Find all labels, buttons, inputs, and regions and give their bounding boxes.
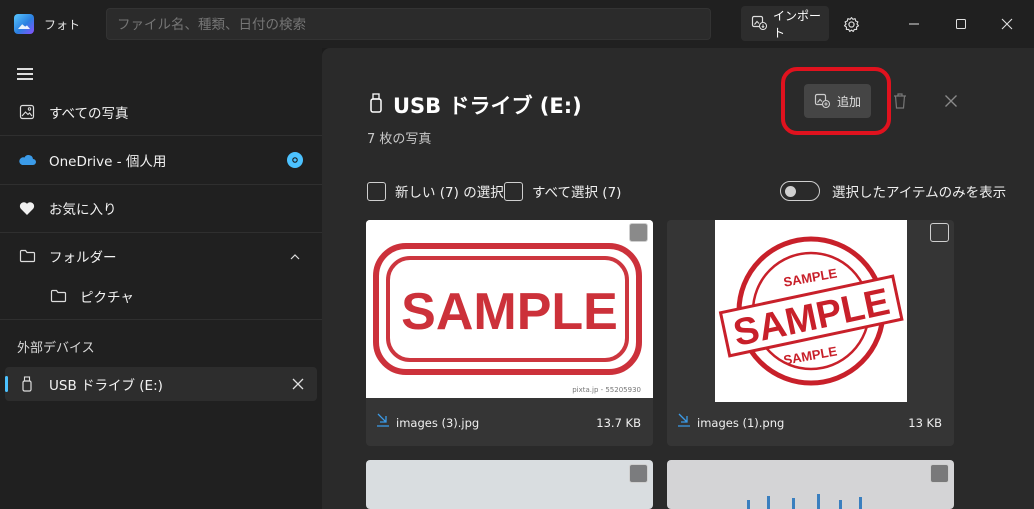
settings-gear-icon[interactable] — [839, 12, 863, 36]
minimize-icon[interactable] — [902, 12, 926, 36]
hamburger-menu-icon[interactable] — [17, 68, 33, 80]
close-window-icon[interactable] — [995, 12, 1019, 36]
show-selected-only-label: 選択したアイテムのみを表示 — [832, 185, 1007, 201]
title-bar: フォト インポート — [0, 0, 1034, 48]
toggle-switch[interactable] — [780, 181, 820, 201]
add-photo-icon — [814, 92, 831, 111]
folder-icon — [17, 246, 37, 266]
checkbox[interactable] — [504, 181, 523, 201]
photo-card[interactable] — [366, 460, 653, 509]
main-panel: USB ドライブ (E:) 7 枚の写真 追加 新しい (7) の選択 すべて選… — [322, 48, 1034, 509]
sidebar-item-label: すべての写真 — [49, 106, 129, 122]
photo-card[interactable]: SAMPLE pixta.jp - 55205930 images (3).jp… — [366, 220, 653, 446]
selection-indicator — [5, 376, 8, 392]
onedrive-status-icon — [287, 152, 303, 168]
sidebar-item-onedrive[interactable]: OneDrive - 個人用 — [5, 143, 317, 177]
sidebar: すべての写真 OneDrive - 個人用 お気に入り フォルダー ピクチャ 外… — [0, 48, 322, 509]
divider — [0, 135, 322, 136]
app-title: フォト — [44, 18, 81, 32]
add-label: 追加 — [837, 94, 862, 109]
photo-thumbnail — [747, 494, 862, 509]
photo-icon — [17, 102, 37, 122]
photo-thumbnail: SAMPLE SAMPLE SAMPLE — [715, 220, 907, 402]
sidebar-item-label: お気に入り — [49, 202, 117, 218]
photo-select-checkbox[interactable] — [629, 464, 648, 483]
sidebar-item-all-photos[interactable]: すべての写真 — [5, 95, 317, 129]
sidebar-item-usb-drive[interactable]: USB ドライブ (E:) — [5, 367, 317, 401]
usb-drive-icon — [369, 92, 383, 118]
photos-app-icon — [14, 14, 34, 34]
select-new-label: 新しい (7) の選択 — [395, 185, 504, 201]
watermark-text: pixta.jp - 55205930 — [572, 386, 641, 394]
select-all-checkbox[interactable]: すべて選択 (7) — [504, 180, 621, 202]
photo-card[interactable] — [667, 460, 954, 509]
photo-thumbnail: SAMPLE pixta.jp - 55205930 — [366, 220, 653, 398]
import-label: インポート — [773, 8, 822, 40]
sidebar-item-pictures[interactable]: ピクチャ — [5, 279, 317, 313]
delete-trash-icon[interactable] — [888, 89, 912, 113]
sidebar-item-favorites[interactable]: お気に入り — [5, 191, 317, 225]
show-selected-only-toggle[interactable]: 選択したアイテムのみを表示 — [780, 180, 1006, 202]
photo-file-size: 13 KB — [908, 416, 942, 430]
photo-card[interactable]: SAMPLE SAMPLE SAMPLE images (1).png 13 K… — [667, 220, 954, 446]
chevron-up-icon[interactable] — [289, 250, 301, 266]
sidebar-item-folders[interactable]: フォルダー — [5, 239, 317, 273]
photo-select-checkbox[interactable] — [930, 223, 949, 242]
divider — [0, 319, 322, 320]
search-input[interactable] — [106, 8, 711, 40]
photo-select-checkbox[interactable] — [629, 223, 648, 242]
sidebar-item-label: ピクチャ — [80, 290, 134, 306]
photo-footer: images (1).png 13 KB — [667, 398, 954, 446]
external-devices-heading: 外部デバイス — [17, 341, 95, 356]
sidebar-item-label: OneDrive - 個人用 — [49, 154, 167, 170]
select-all-label: すべて選択 (7) — [532, 185, 622, 201]
download-arrow-icon — [676, 412, 692, 431]
sidebar-item-label: フォルダー — [49, 250, 117, 266]
photo-footer: images (3).jpg 13.7 KB — [366, 398, 653, 446]
onedrive-cloud-icon — [17, 150, 37, 170]
maximize-icon[interactable] — [949, 12, 973, 36]
heart-icon — [17, 198, 37, 218]
stamp-text: SAMPLE — [401, 283, 618, 341]
divider — [0, 232, 322, 233]
add-button[interactable]: 追加 — [804, 84, 871, 118]
photo-file-size: 13.7 KB — [596, 416, 641, 430]
photo-file-name: images (1).png — [697, 416, 785, 430]
page-title-text: USB ドライブ (E:) — [393, 94, 582, 118]
import-icon — [751, 14, 768, 33]
close-icon[interactable] — [939, 89, 963, 113]
photo-count: 7 枚の写真 — [367, 132, 432, 147]
usb-drive-icon — [17, 374, 37, 394]
page-title: USB ドライブ (E:) — [369, 90, 582, 120]
select-new-checkbox[interactable]: 新しい (7) の選択 — [367, 180, 504, 202]
import-button[interactable]: インポート — [741, 6, 829, 41]
folder-icon — [48, 286, 68, 306]
sidebar-item-label: USB ドライブ (E:) — [49, 378, 163, 394]
divider — [0, 184, 322, 185]
download-arrow-icon — [375, 412, 391, 431]
eject-close-icon[interactable] — [292, 378, 304, 394]
checkbox[interactable] — [367, 181, 386, 201]
photo-file-name: images (3).jpg — [396, 416, 480, 430]
